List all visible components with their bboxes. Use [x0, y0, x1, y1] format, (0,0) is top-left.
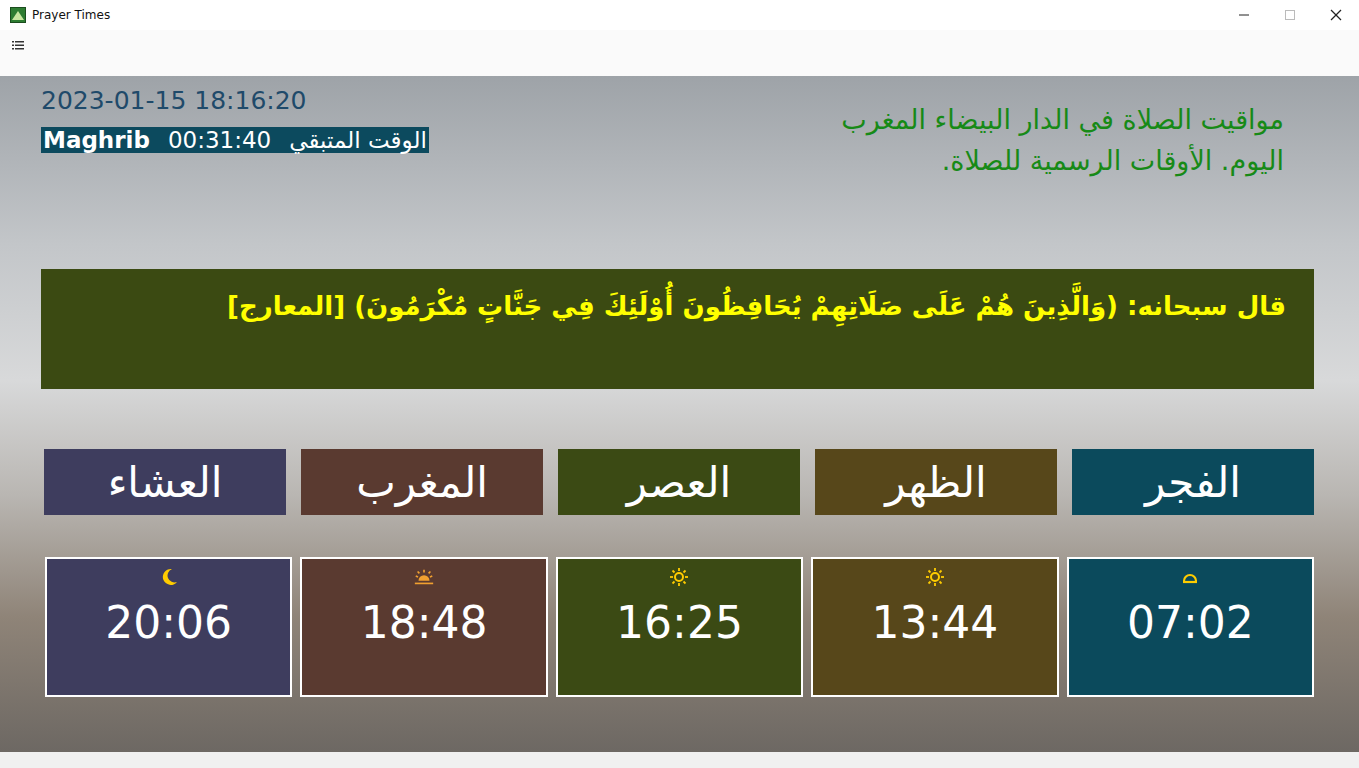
close-icon[interactable] [1313, 0, 1359, 30]
remaining-time: 00:31:40 [168, 127, 271, 153]
sun-icon [924, 567, 946, 587]
menu-bar [0, 30, 1359, 76]
prayer-name: الفجر [1072, 449, 1314, 515]
minimize-icon[interactable] [1221, 0, 1267, 30]
prayer-time: 20:06 [105, 597, 232, 648]
list-menu-icon[interactable] [12, 40, 24, 50]
heading-line: مواقيت الصلاة في الدار البيضاء المغرب [841, 100, 1284, 141]
prayer-time-card: 16:25 [556, 557, 803, 697]
sunrise-icon [1179, 567, 1201, 587]
current-datetime: 2023-01-15 18:16:20 [41, 84, 429, 115]
heading: مواقيت الصلاة في الدار البيضاء المغربالي… [841, 84, 1314, 244]
photo-background: 2023-01-15 18:16:20 Maghrib 00:31:40 الوقت … [0, 76, 1359, 752]
heading-line: اليوم. الأوقات الرسمية للصلاة. [841, 141, 1284, 182]
moon-icon [158, 567, 180, 587]
prayer-time: 16:25 [616, 597, 743, 648]
prayer-name: الظهر [815, 449, 1057, 515]
title-bar: Prayer Times [0, 0, 1359, 30]
window-controls [1221, 0, 1359, 30]
prayer-time: 07:02 [1127, 597, 1254, 648]
prayer-time-card: 07:02 [1067, 557, 1314, 697]
remaining-label: الوقت المتبقي [289, 127, 427, 153]
prayer-times-row: 07:02 13:44 16:25 18:48 20:06 [41, 557, 1314, 697]
bottom-strip [0, 752, 1359, 768]
app-icon [10, 7, 26, 23]
prayer-names-row: الفجرالظهرالعصرالمغربالعشاء [41, 449, 1314, 515]
prayer-time-card: 20:06 [45, 557, 292, 697]
prayer-time: 18:48 [361, 597, 488, 648]
countdown: Maghrib 00:31:40 الوقت المتبقي [41, 127, 429, 153]
sunset-icon [413, 567, 435, 587]
quote-box: قال سبحانه: (وَالَّذِينَ هُمْ عَلَى صَلَ… [41, 269, 1314, 389]
window-title: Prayer Times [32, 8, 110, 22]
prayer-name: العشاء [44, 449, 286, 515]
prayer-time-card: 13:44 [811, 557, 1058, 697]
prayer-name: المغرب [301, 449, 543, 515]
prayer-time-card: 18:48 [300, 557, 547, 697]
next-prayer: Maghrib [43, 127, 150, 153]
clock-panel: 2023-01-15 18:16:20 Maghrib 00:31:40 الوقت … [41, 84, 429, 244]
quote-text: قال سبحانه: (وَالَّذِينَ هُمْ عَلَى صَلَ… [65, 287, 1286, 326]
header: 2023-01-15 18:16:20 Maghrib 00:31:40 الوقت … [41, 84, 1314, 244]
maximize-icon[interactable] [1267, 0, 1313, 30]
prayer-time: 13:44 [871, 597, 998, 648]
prayer-name: العصر [558, 449, 800, 515]
sun-icon [668, 567, 690, 587]
app-window: Prayer Times 2023-01-15 18:16:20 Maghrib 00… [0, 0, 1359, 768]
